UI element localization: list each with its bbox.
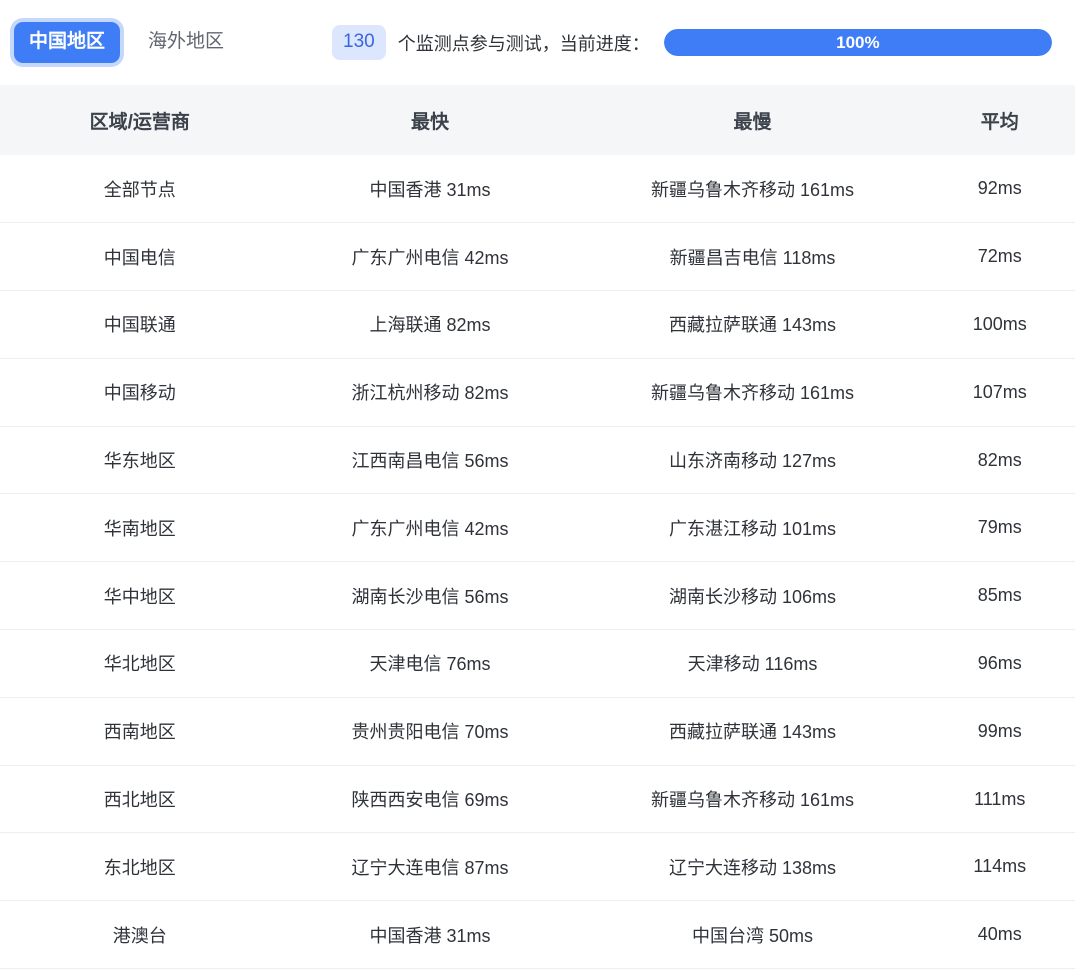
header-fastest: 最快 <box>279 85 581 155</box>
table-row: 西北地区 陕西西安电信 69ms 新疆乌鲁木齐移动 161ms 111ms <box>0 765 1075 834</box>
table-row: 东北地区 辽宁大连电信 87ms 辽宁大连移动 138ms 114ms <box>0 832 1075 902</box>
cell-average: 96ms <box>924 629 1075 698</box>
tab-overseas-region[interactable]: 海外地区 <box>148 31 224 54</box>
cell-fastest: 江西南昌电信 56ms <box>279 426 581 495</box>
table-header: 区域/运营商 最快 最慢 平均 <box>0 85 1075 155</box>
cell-fastest: 贵州贵阳电信 70ms <box>279 697 581 766</box>
latency-table: 区域/运营商 最快 最慢 平均 全部节点 中国香港 31ms 新疆乌鲁木齐移动 … <box>0 85 1075 969</box>
cell-average: 92ms <box>924 155 1075 224</box>
cell-fastest: 广东广州电信 42ms <box>279 493 581 563</box>
cell-region: 西北地区 <box>0 765 280 834</box>
cell-fastest: 天津电信 76ms <box>279 629 581 698</box>
cell-region: 中国电信 <box>0 222 280 292</box>
cell-fastest: 上海联通 82ms <box>279 290 581 359</box>
cell-region: 华中地区 <box>0 561 280 631</box>
table-row: 华中地区 湖南长沙电信 56ms 湖南长沙移动 106ms 85ms <box>0 561 1075 631</box>
cell-slowest: 天津移动 116ms <box>580 629 925 698</box>
cell-fastest: 中国香港 31ms <box>279 155 581 224</box>
table-body: 全部节点 中国香港 31ms 新疆乌鲁木齐移动 161ms 92ms 中国电信 … <box>0 155 1075 969</box>
cell-slowest: 西藏拉萨联通 143ms <box>580 290 925 359</box>
cell-region: 华东地区 <box>0 426 280 495</box>
cell-region: 华北地区 <box>0 629 280 698</box>
table-row: 全部节点 中国香港 31ms 新疆乌鲁木齐移动 161ms 92ms <box>0 155 1075 224</box>
cell-slowest: 新疆乌鲁木齐移动 161ms <box>580 765 925 834</box>
cell-average: 79ms <box>924 493 1075 563</box>
cell-average: 85ms <box>924 561 1075 631</box>
cell-average: 82ms <box>924 426 1075 495</box>
cell-region: 东北地区 <box>0 832 280 902</box>
cell-slowest: 广东湛江移动 101ms <box>580 493 925 563</box>
header-region-carrier: 区域/运营商 <box>0 85 280 155</box>
cell-fastest: 广东广州电信 42ms <box>279 222 581 292</box>
topbar: 中国地区 海外地区 130 个监测点参与测试，当前进度： 100% <box>0 0 1075 85</box>
progress-fill: 100% <box>663 29 1052 56</box>
cell-fastest: 陕西西安电信 69ms <box>279 765 581 834</box>
cell-region: 西南地区 <box>0 697 280 766</box>
cell-fastest: 浙江杭州移动 82ms <box>279 358 581 427</box>
table-row: 港澳台 中国香港 31ms 中国台湾 50ms 40ms <box>0 900 1075 969</box>
monitor-count-badge: 130 <box>332 25 386 60</box>
cell-slowest: 新疆乌鲁木齐移动 161ms <box>580 155 925 224</box>
cell-average: 72ms <box>924 222 1075 292</box>
cell-average: 100ms <box>924 290 1075 359</box>
progress-label: 100% <box>836 32 880 52</box>
cell-slowest: 新疆乌鲁木齐移动 161ms <box>580 358 925 427</box>
cell-average: 107ms <box>924 358 1075 427</box>
cell-slowest: 山东济南移动 127ms <box>580 426 925 495</box>
table-row: 华南地区 广东广州电信 42ms 广东湛江移动 101ms 79ms <box>0 493 1075 563</box>
cell-average: 114ms <box>924 832 1075 902</box>
header-slowest: 最慢 <box>580 85 925 155</box>
cell-average: 111ms <box>924 765 1075 834</box>
table-row: 中国电信 广东广州电信 42ms 新疆昌吉电信 118ms 72ms <box>0 222 1075 292</box>
cell-region: 华南地区 <box>0 493 280 563</box>
cell-region: 港澳台 <box>0 900 280 969</box>
cell-slowest: 西藏拉萨联通 143ms <box>580 697 925 766</box>
cell-slowest: 湖南长沙移动 106ms <box>580 561 925 631</box>
table-row: 中国移动 浙江杭州移动 82ms 新疆乌鲁木齐移动 161ms 107ms <box>0 358 1075 427</box>
cell-slowest: 中国台湾 50ms <box>580 900 925 969</box>
tab-china-region[interactable]: 中国地区 <box>14 22 121 63</box>
cell-region: 全部节点 <box>0 155 280 224</box>
cell-average: 40ms <box>924 900 1075 969</box>
cell-region: 中国联通 <box>0 290 280 359</box>
cell-average: 99ms <box>924 697 1075 766</box>
cell-fastest: 辽宁大连电信 87ms <box>279 832 581 902</box>
table-row: 西南地区 贵州贵阳电信 70ms 西藏拉萨联通 143ms 99ms <box>0 697 1075 766</box>
cell-slowest: 新疆昌吉电信 118ms <box>580 222 925 292</box>
progress-bar: 100% <box>663 29 1052 56</box>
cell-region: 中国移动 <box>0 358 280 427</box>
monitor-text: 个监测点参与测试，当前进度： <box>397 33 650 54</box>
table-row: 华北地区 天津电信 76ms 天津移动 116ms 96ms <box>0 629 1075 698</box>
cell-slowest: 辽宁大连移动 138ms <box>580 832 925 902</box>
cell-fastest: 湖南长沙电信 56ms <box>279 561 581 631</box>
header-average: 平均 <box>924 85 1075 155</box>
table-row: 中国联通 上海联通 82ms 西藏拉萨联通 143ms 100ms <box>0 290 1075 359</box>
cell-fastest: 中国香港 31ms <box>279 900 581 969</box>
table-row: 华东地区 江西南昌电信 56ms 山东济南移动 127ms 82ms <box>0 426 1075 495</box>
